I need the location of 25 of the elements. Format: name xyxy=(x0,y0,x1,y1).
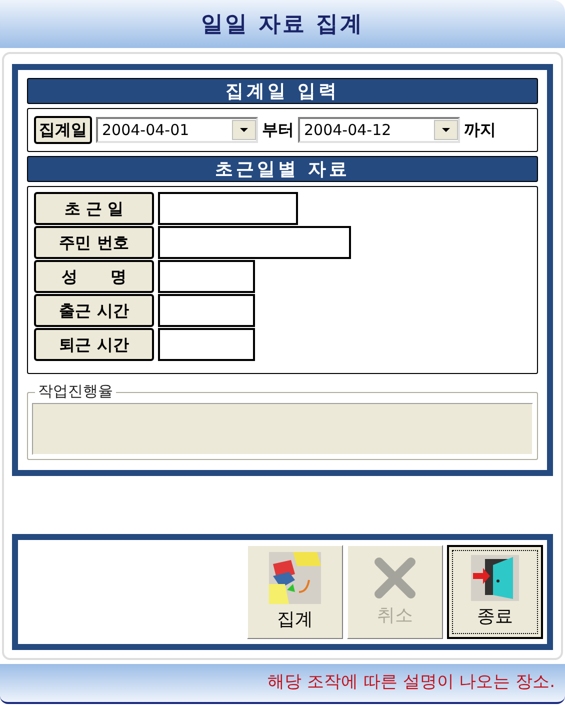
close-icon xyxy=(373,556,417,600)
progress-label: 작업진행율 xyxy=(35,382,116,400)
exit-button[interactable]: 종료 xyxy=(447,545,543,639)
field-label: 주민 번호 xyxy=(34,226,154,259)
section-header: 집계일 입력 xyxy=(27,78,538,104)
field-label: 초 근 일 xyxy=(34,192,154,225)
field-label: 퇴근 시간 xyxy=(34,328,154,361)
status-text: 해당 조작에 따른 설명이 나오는 장소. xyxy=(268,671,555,694)
text-field[interactable] xyxy=(158,260,255,293)
exit-door-icon xyxy=(471,554,519,600)
start-date-dropdown[interactable]: 2004-04-01 xyxy=(96,117,258,143)
end-date-dropdown[interactable]: 2004-04-12 xyxy=(298,117,460,143)
folders-icon xyxy=(269,552,321,604)
to-label: 까지 xyxy=(464,119,496,141)
text-field[interactable] xyxy=(158,192,298,225)
text-field[interactable] xyxy=(158,226,351,259)
date-label: 집계일 xyxy=(34,116,92,144)
from-label: 부터 xyxy=(262,119,294,141)
section-header: 초근일별 자료 xyxy=(27,156,538,182)
text-field[interactable] xyxy=(158,328,255,361)
field-label: 성 명 xyxy=(34,260,154,293)
aggregate-button[interactable]: 집계 xyxy=(247,545,343,639)
text-field[interactable] xyxy=(158,294,255,327)
window-title: 일일 자료 집계 xyxy=(200,10,364,38)
field-label: 출근 시간 xyxy=(34,294,154,327)
